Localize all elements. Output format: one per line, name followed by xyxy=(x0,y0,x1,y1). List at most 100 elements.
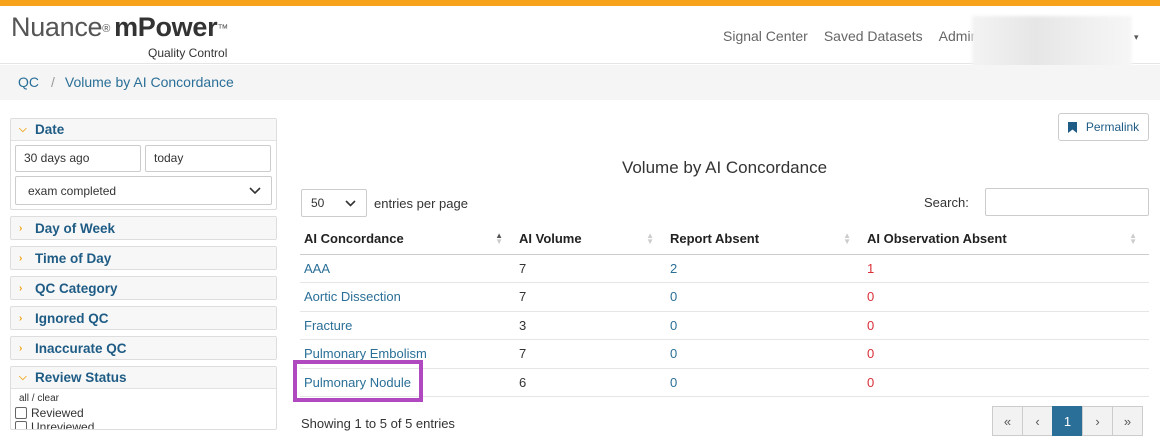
filter-sidebar: ⌵ Date 30 days ago today exam completed … xyxy=(10,118,277,436)
concordance-table: AI Concordance ▲ ▼ AI Volume ▲ ▼ Report Ab… xyxy=(300,224,1149,397)
report-absent-cell[interactable]: 2 xyxy=(666,254,863,283)
concordance-link[interactable]: Aortic Dissection xyxy=(304,289,401,304)
report-absent-cell[interactable]: 0 xyxy=(666,311,863,340)
filter-panel-date: ⌵ Date 30 days ago today exam completed xyxy=(10,118,277,210)
ai-volume-cell: 7 xyxy=(515,339,666,369)
observation-absent-cell[interactable]: 1 xyxy=(863,254,1149,283)
registered-mark: ® xyxy=(102,23,111,35)
ai-volume-cell: 7 xyxy=(515,254,666,283)
all-clear-link[interactable]: all / clear xyxy=(19,393,272,404)
pagination: « ‹ 1 › » xyxy=(992,406,1143,436)
chevron-down-icon xyxy=(249,186,261,194)
brand-name-bold: mPower xyxy=(114,12,218,42)
sort-icon: ▲ ▼ xyxy=(1129,231,1137,246)
brand-logo[interactable]: Nuance® mPower™ Quality Control xyxy=(11,12,229,61)
filter-label-date: Date xyxy=(35,122,65,137)
user-menu-caret-icon[interactable]: ▾ xyxy=(1134,32,1139,43)
nav-saved-datasets[interactable]: Saved Datasets xyxy=(824,28,923,44)
table-row: AAA 7 2 1 xyxy=(300,254,1149,283)
report-absent-cell[interactable]: 0 xyxy=(666,368,863,397)
pager-first-button[interactable]: « xyxy=(992,406,1023,436)
concordance-link[interactable]: Pulmonary Nodule xyxy=(304,375,411,390)
breadcrumb-qc-link[interactable]: QC xyxy=(18,74,39,90)
chevron-down-icon: ⌵ xyxy=(19,124,27,135)
report-absent-cell[interactable]: 0 xyxy=(666,282,863,312)
ai-volume-cell: 7 xyxy=(515,282,666,312)
brand-name-light: Nuance xyxy=(11,12,103,42)
table-row: Pulmonary Embolism 7 0 0 xyxy=(300,339,1149,369)
observation-absent-cell[interactable]: 0 xyxy=(863,282,1149,312)
chevron-down-icon: ⌵ xyxy=(19,372,27,383)
filter-header-date[interactable]: ⌵ Date xyxy=(11,119,276,141)
chevron-right-icon: › xyxy=(19,252,23,264)
ai-volume-cell: 6 xyxy=(515,368,666,397)
date-to-input[interactable]: today xyxy=(145,145,271,172)
top-nav: Signal Center Saved Datasets Admin xyxy=(723,28,994,44)
entries-per-page-label: entries per page xyxy=(374,195,468,211)
pager-prev-button[interactable]: ‹ xyxy=(1022,406,1053,436)
sort-asc-icon: ▲ ▼ xyxy=(495,231,503,246)
breadcrumb: QC / Volume by AI Concordance xyxy=(0,65,1160,100)
sort-icon: ▲ ▼ xyxy=(843,231,851,246)
unreviewed-checkbox[interactable] xyxy=(15,421,27,429)
chevron-right-icon: › xyxy=(19,282,23,294)
filter-label-time-of-day: Time of Day xyxy=(35,250,112,266)
breadcrumb-separator: / xyxy=(51,74,55,90)
table-row: Pulmonary Nodule 6 0 0 xyxy=(300,368,1149,397)
pager-last-button[interactable]: » xyxy=(1112,406,1143,436)
filter-label-review-status: Review Status xyxy=(35,370,127,385)
table-header-row: AI Concordance ▲ ▼ AI Volume ▲ ▼ Report Ab… xyxy=(300,224,1149,255)
filter-panel-qc-category[interactable]: › QC Category xyxy=(10,276,277,300)
checkbox-row-reviewed[interactable]: Reviewed xyxy=(15,406,272,420)
unreviewed-label: Unreviewed xyxy=(31,420,95,429)
permalink-label: Permalink xyxy=(1085,120,1140,134)
filter-panel-time-of-day[interactable]: › Time of Day xyxy=(10,246,277,270)
app-header: Nuance® mPower™ Quality Control Signal Ce… xyxy=(0,6,1160,74)
filter-panel-inaccurate-qc[interactable]: › Inaccurate QC xyxy=(10,336,277,360)
column-header-ai-observation-absent[interactable]: AI Observation Absent ▲ ▼ xyxy=(863,224,1149,255)
chevron-right-icon: › xyxy=(19,222,23,234)
filter-label-ignored-qc: Ignored QC xyxy=(35,310,109,326)
page-title: Volume by AI Concordance xyxy=(621,158,828,177)
observation-absent-cell[interactable]: 0 xyxy=(863,368,1149,397)
reviewed-checkbox[interactable] xyxy=(15,407,27,419)
report-absent-cell[interactable]: 0 xyxy=(666,339,863,369)
pager-page-1[interactable]: 1 xyxy=(1052,406,1083,436)
permalink-button[interactable]: Permalink xyxy=(1058,113,1149,141)
page-length-value: 50 xyxy=(311,196,325,210)
concordance-link[interactable]: Pulmonary Embolism xyxy=(304,346,427,361)
concordance-link[interactable]: AAA xyxy=(304,261,330,276)
search-label: Search: xyxy=(924,194,969,210)
column-header-report-absent[interactable]: Report Absent ▲ ▼ xyxy=(666,224,863,255)
breadcrumb-current[interactable]: Volume by AI Concordance xyxy=(65,74,234,90)
filter-label-day-of-week: Day of Week xyxy=(35,220,116,236)
search-input[interactable] xyxy=(984,188,1149,216)
bookmark-icon xyxy=(1067,121,1077,133)
pager-next-button[interactable]: › xyxy=(1082,406,1113,436)
checkbox-row-unreviewed[interactable]: Unreviewed xyxy=(15,420,272,429)
column-header-ai-concordance[interactable]: AI Concordance ▲ ▼ xyxy=(300,224,515,255)
filter-label-inaccurate-qc: Inaccurate QC xyxy=(35,340,127,356)
trademark-mark: ™ xyxy=(217,23,229,35)
observation-absent-cell[interactable]: 0 xyxy=(863,339,1149,369)
column-header-ai-volume[interactable]: AI Volume ▲ ▼ xyxy=(515,224,666,255)
chevron-right-icon: › xyxy=(19,312,23,324)
date-from-input[interactable]: 30 days ago xyxy=(15,145,141,172)
reviewed-label: Reviewed xyxy=(31,406,84,420)
sort-icon: ▲ ▼ xyxy=(646,231,654,246)
page-length-select[interactable]: 50 xyxy=(301,189,367,217)
brand-subtitle: Quality Control xyxy=(148,46,228,60)
date-type-value: exam completed xyxy=(28,183,117,198)
filter-panel-day-of-week[interactable]: › Day of Week xyxy=(10,216,277,240)
nav-signal-center[interactable]: Signal Center xyxy=(723,28,808,44)
table-info: Showing 1 to 5 of 5 entries xyxy=(301,416,455,431)
filter-label-qc-category: QC Category xyxy=(35,280,118,296)
chevron-down-icon xyxy=(345,199,356,207)
table-row: Fracture 3 0 0 xyxy=(300,311,1149,340)
filter-header-review-status[interactable]: ⌵ Review Status xyxy=(11,367,276,389)
observation-absent-cell[interactable]: 0 xyxy=(863,311,1149,340)
page-length-control: 50 entries per page xyxy=(301,189,468,217)
filter-panel-ignored-qc[interactable]: › Ignored QC xyxy=(10,306,277,330)
date-type-select[interactable]: exam completed xyxy=(15,176,272,205)
concordance-link[interactable]: Fracture xyxy=(304,318,352,333)
